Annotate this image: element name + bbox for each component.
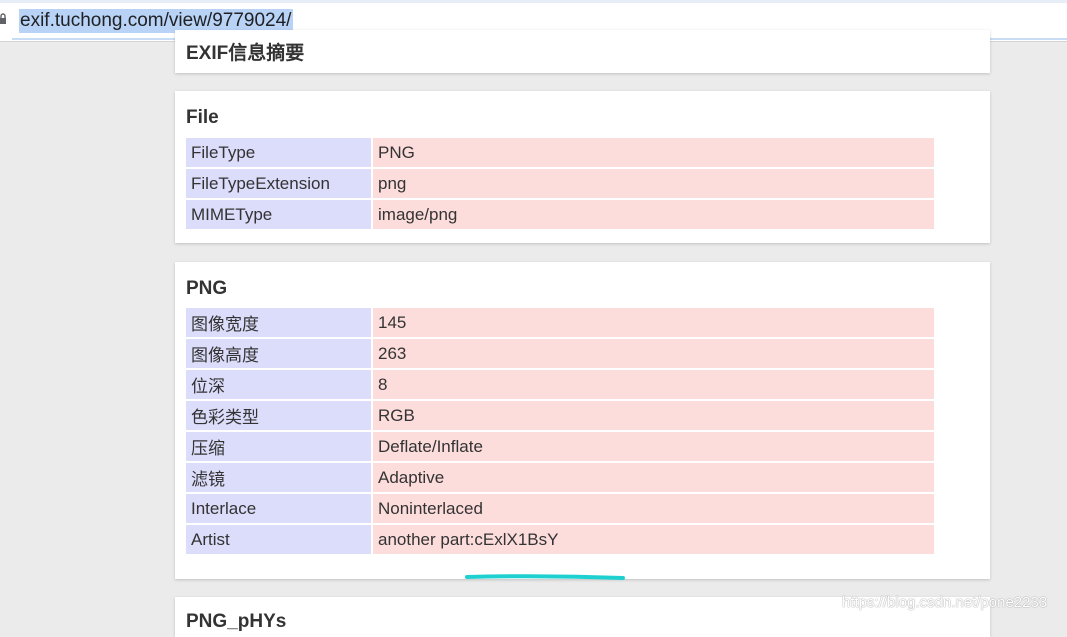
table-key: Artist (186, 525, 371, 556)
table-key: FileType (186, 138, 371, 169)
table-row: 图像高度 263 (186, 339, 934, 370)
card-title-png: PNG (186, 278, 228, 299)
table-row: 色彩类型 RGB (186, 401, 934, 432)
table-key: 图像宽度 (186, 308, 371, 339)
table-key: 压缩 (186, 432, 371, 463)
table-value: Noninterlaced (371, 494, 934, 525)
table-key: MIMEType (186, 200, 371, 231)
table-row: MIMEType image/png (186, 200, 934, 231)
card-title-exif-summary: EXIF信息摘要 (186, 43, 305, 64)
table-row: FileTypeExtension png (186, 169, 934, 200)
card-file: File FileType PNG FileTypeExtension png … (175, 91, 990, 243)
card-title-file: File (186, 107, 219, 128)
card-title-png-phys: PNG_pHYs (186, 611, 287, 632)
table-key: FileTypeExtension (186, 169, 371, 200)
table-row: Artist another part:cExlX1BsY (186, 525, 934, 556)
highlight-underline-annotation (465, 574, 625, 580)
table-row: 滤镜 Adaptive (186, 463, 934, 494)
watermark-text: https://blog.csdn.net/pone2233 (842, 594, 1048, 611)
table-key: Interlace (186, 494, 371, 525)
table-row: 图像宽度 145 (186, 308, 934, 339)
table-key: 图像高度 (186, 339, 371, 370)
card-exif-summary: EXIF信息摘要 (175, 30, 990, 73)
table-key: 滤镜 (186, 463, 371, 494)
table-value: Adaptive (371, 463, 934, 494)
table-value: 263 (371, 339, 934, 370)
table-value: 8 (371, 370, 934, 401)
table-value: PNG (371, 138, 934, 169)
table-value: png (371, 169, 934, 200)
card-png: PNG 图像宽度 145 图像高度 263 位深 8 色彩类型 RGB 压缩 D… (175, 262, 990, 579)
table-key: 位深 (186, 370, 371, 401)
table-row: 压缩 Deflate/Inflate (186, 432, 934, 463)
png-table: 图像宽度 145 图像高度 263 位深 8 色彩类型 RGB 压缩 Defla… (186, 308, 934, 556)
table-row: Interlace Noninterlaced (186, 494, 934, 525)
table-value: image/png (371, 200, 934, 231)
address-bar-top-edge (0, 0, 1067, 3)
table-value: 145 (371, 308, 934, 339)
table-row: 位深 8 (186, 370, 934, 401)
table-value: another part:cExlX1BsY (371, 525, 934, 556)
table-key: 色彩类型 (186, 401, 371, 432)
table-row: FileType PNG (186, 138, 934, 169)
file-table: FileType PNG FileTypeExtension png MIMET… (186, 138, 934, 231)
lock-icon[interactable] (0, 13, 8, 25)
table-value: Deflate/Inflate (371, 432, 934, 463)
table-value: RGB (371, 401, 934, 432)
